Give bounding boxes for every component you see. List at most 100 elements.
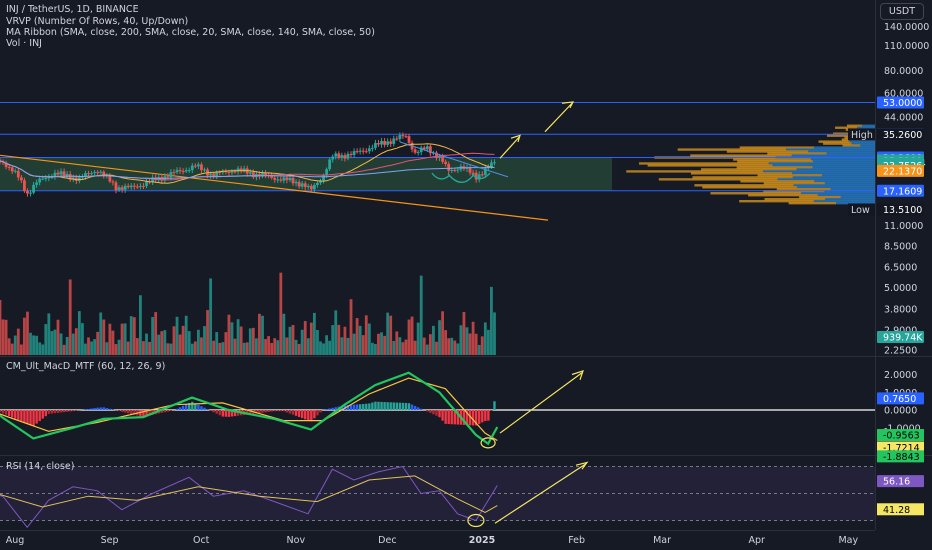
candle-body — [374, 143, 377, 148]
macd-histogram-bar — [273, 410, 276, 412]
macd-third-tag: -1.8843 — [883, 452, 920, 463]
chart-canvas[interactable]: 140.0000110.000080.000060.000044.000035.… — [0, 0, 932, 550]
volume-bar — [294, 339, 298, 355]
macd-histogram-bar — [203, 407, 206, 410]
candle-body — [65, 173, 69, 176]
candle-body — [404, 136, 408, 138]
volume-bar — [425, 344, 429, 355]
volume-bar — [370, 342, 374, 355]
candle-body — [96, 172, 100, 174]
candle-body — [44, 178, 48, 180]
candle-body — [276, 179, 280, 181]
volume-bar — [300, 329, 304, 355]
volume-bar — [184, 315, 188, 355]
macd-histogram-bar — [90, 408, 93, 410]
candle-body — [193, 165, 197, 167]
volume-bar — [355, 318, 359, 355]
volume-bar — [212, 340, 216, 355]
macd-histogram-bar — [44, 410, 47, 417]
volume-bar — [471, 321, 475, 355]
time-axis-label: Mar — [653, 535, 671, 546]
time-axis-label: May — [838, 535, 858, 546]
volume-bar — [334, 310, 338, 355]
candle-body — [233, 171, 237, 173]
price-axis-tick: 5.0000 — [884, 283, 917, 294]
volume-bar — [178, 334, 182, 355]
time-axis-label: Sep — [101, 535, 119, 546]
volume-bar — [32, 335, 35, 355]
candle-body — [444, 161, 448, 164]
volume-bar — [248, 328, 252, 355]
macd-histogram-bar — [102, 407, 105, 410]
candle-body — [294, 181, 298, 184]
macd-histogram-bar — [117, 410, 121, 412]
macd-histogram-bar — [178, 407, 182, 410]
volume-bar — [123, 323, 127, 355]
price-axis-tick: 80.0000 — [884, 66, 923, 77]
macd-histogram-bar — [62, 410, 66, 413]
volume-bar — [309, 322, 313, 355]
projection-arrow — [499, 134, 521, 159]
macd-histogram-bar — [123, 410, 127, 413]
legend-ribbon: MA Ribbon (SMA, close, 200, SMA, close, … — [6, 27, 375, 38]
volume-bar — [267, 336, 271, 355]
candle-body — [230, 171, 234, 173]
volume-bar — [154, 312, 158, 355]
volume-bar — [175, 316, 179, 355]
candle-body — [273, 177, 277, 180]
macd-histogram-bar — [267, 410, 270, 412]
macd-histogram-bar — [368, 403, 371, 410]
macd-histogram-bar — [371, 402, 374, 410]
volume-bar — [163, 330, 167, 355]
volume-bar — [96, 331, 100, 355]
rsi-band — [0, 466, 875, 521]
rsi-ma-tag: 41.28 — [883, 505, 910, 516]
macd-histogram-bar — [108, 408, 112, 410]
candle-body — [328, 159, 332, 170]
macd-histogram-bar — [407, 403, 411, 410]
volume-bar — [349, 299, 353, 355]
currency-badge[interactable]: USDT — [879, 3, 924, 20]
volume-bar — [319, 341, 322, 355]
volume-bar — [306, 338, 310, 355]
macd-histogram-bar — [377, 401, 380, 410]
volume-bar — [303, 321, 307, 355]
volume-bar — [172, 326, 176, 355]
volume-bar — [285, 337, 289, 355]
price-tag: 17.1609 — [883, 186, 922, 197]
volume-bar — [187, 331, 191, 355]
macd-histogram-bar — [32, 410, 35, 427]
volume-bar — [392, 341, 396, 355]
candle-body — [441, 155, 444, 162]
volume-bar — [343, 326, 347, 355]
volume-bar — [395, 331, 399, 355]
macd-histogram-bar — [395, 402, 398, 410]
macd-histogram-bar — [392, 402, 395, 410]
macd-histogram-bar — [4, 410, 8, 415]
macd-histogram-bar — [59, 410, 63, 413]
price-axis-tick: 8.5000 — [884, 241, 917, 252]
volume-bar — [132, 317, 136, 355]
candle-body — [184, 170, 188, 172]
volume-bar — [413, 340, 417, 355]
candle-body — [13, 170, 17, 172]
candle-body — [349, 153, 353, 155]
candle-body — [209, 173, 213, 176]
volume-bar — [169, 343, 173, 355]
volume-bar — [38, 342, 42, 355]
rsi-tag: 56.16 — [883, 477, 910, 488]
candle-body — [386, 141, 390, 145]
candle-body — [23, 180, 26, 191]
volume-bar — [435, 341, 438, 355]
candle-body — [493, 162, 496, 164]
candle-body — [26, 190, 29, 194]
time-axis-label: Dec — [378, 535, 396, 546]
macd-histogram-bar — [389, 402, 392, 410]
macd-histogram-bar — [26, 410, 29, 424]
macd-histogram-bar — [120, 410, 124, 412]
volume-bar — [251, 327, 255, 355]
time-axis-label: 2025 — [469, 535, 495, 546]
volume-bar — [312, 312, 316, 355]
price-tag-name: High — [851, 130, 873, 141]
candle-body — [407, 136, 411, 143]
